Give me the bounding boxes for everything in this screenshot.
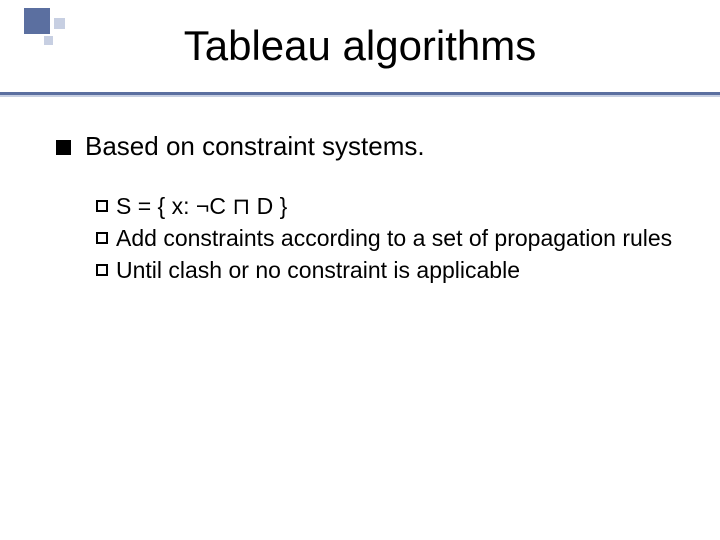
list-item: S = { x: ¬C ⊓ D }: [96, 192, 680, 222]
bullet-hollow-square-icon: [96, 264, 108, 276]
bullet-filled-square-icon: [56, 140, 71, 155]
sub-list: S = { x: ¬C ⊓ D } Add constraints accord…: [96, 192, 680, 286]
slide: Tableau algorithms Based on constraint s…: [0, 0, 720, 540]
slide-title: Tableau algorithms: [0, 22, 720, 70]
list-item-text: Based on constraint systems.: [85, 130, 425, 164]
list-item: Based on constraint systems.: [56, 130, 680, 164]
divider-shadow: [0, 95, 720, 97]
slide-body: Based on constraint systems. S = { x: ¬C…: [56, 130, 680, 287]
list-item: Add constraints according to a set of pr…: [96, 224, 680, 254]
list-item-text: Until clash or no constraint is applicab…: [116, 256, 680, 286]
list-item-text: S = { x: ¬C ⊓ D }: [116, 192, 680, 222]
list-item: Until clash or no constraint is applicab…: [96, 256, 680, 286]
bullet-hollow-square-icon: [96, 200, 108, 212]
bullet-hollow-square-icon: [96, 232, 108, 244]
list-item-text: Add constraints according to a set of pr…: [116, 224, 680, 254]
